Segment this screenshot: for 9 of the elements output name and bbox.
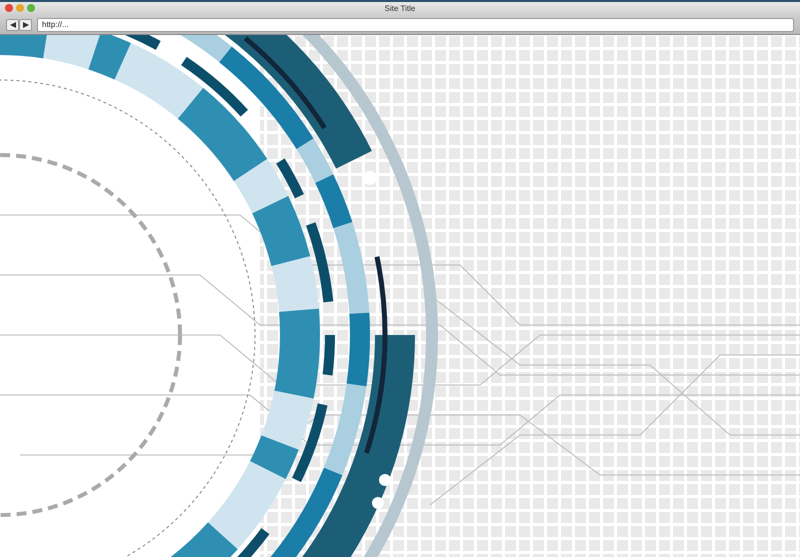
minimize-icon[interactable]: [16, 4, 24, 12]
back-arrow-icon: [10, 22, 16, 28]
forward-button[interactable]: [19, 18, 32, 30]
close-icon[interactable]: [5, 4, 13, 12]
zoom-icon[interactable]: [27, 4, 35, 12]
address-field[interactable]: http://...: [37, 18, 794, 32]
back-button[interactable]: [6, 18, 19, 30]
forward-arrow-icon: [22, 22, 28, 28]
window-title: Site Title: [384, 4, 416, 12]
